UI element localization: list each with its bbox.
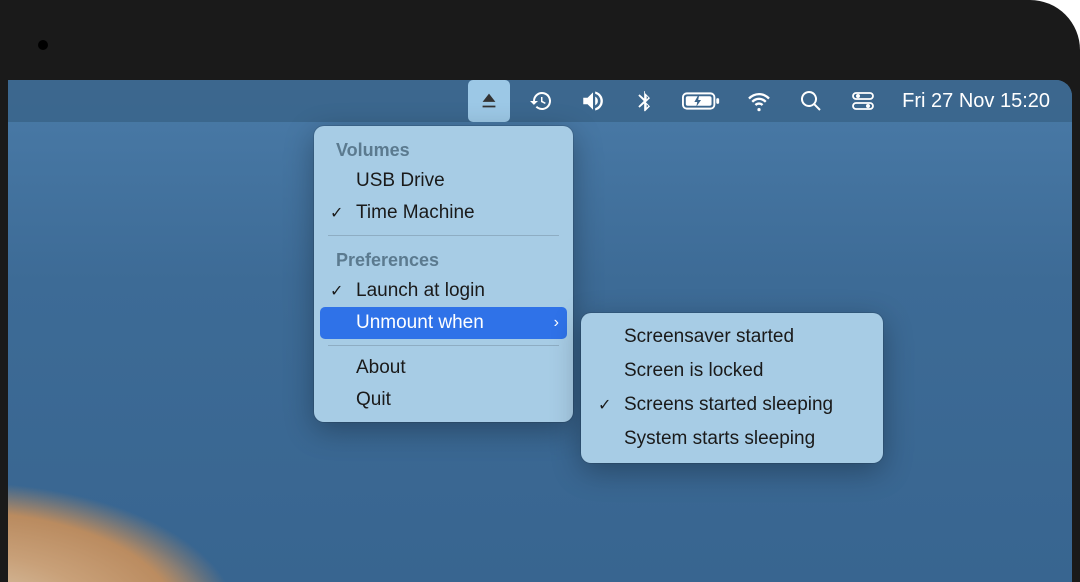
wifi-icon — [746, 88, 772, 114]
menu-item-unmount-when[interactable]: Unmount when › — [320, 307, 567, 339]
battery-menubar-item[interactable] — [676, 80, 728, 122]
checkmark-icon: ✓ — [330, 203, 343, 223]
menu-item-label: About — [356, 357, 406, 379]
eject-dropdown-menu: Volumes USB Drive ✓ Time Machine Prefere… — [314, 126, 573, 422]
menu-item-label: Screen is locked — [624, 360, 763, 382]
preferences-section-header: Preferences — [320, 242, 567, 275]
submenu-item-screens-started-sleeping[interactable]: ✓ Screens started sleeping — [588, 388, 876, 422]
spotlight-menubar-item[interactable] — [790, 80, 832, 122]
control-center-menubar-item[interactable] — [842, 80, 884, 122]
menu-divider — [328, 235, 559, 236]
menu-item-label: Quit — [356, 389, 391, 411]
wifi-menubar-item[interactable] — [738, 80, 780, 122]
checkmark-icon: ✓ — [598, 395, 611, 415]
submenu-item-system-starts-sleeping[interactable]: System starts sleeping — [588, 422, 876, 456]
menu-item-about[interactable]: About — [320, 352, 567, 384]
volumes-section-header: Volumes — [320, 132, 567, 165]
bluetooth-menubar-item[interactable] — [624, 80, 666, 122]
submenu-item-screensaver-started[interactable]: Screensaver started — [588, 320, 876, 354]
eject-menubar-item[interactable] — [468, 80, 510, 122]
timemachine-menubar-item[interactable] — [520, 80, 562, 122]
menu-item-label: Screensaver started — [624, 326, 794, 348]
menu-item-label: Launch at login — [356, 280, 485, 302]
menu-divider — [328, 345, 559, 346]
menubar-datetime[interactable]: Fri 27 Nov 15:20 — [894, 90, 1050, 113]
device-bezel: Fri 27 Nov 15:20 Volumes USB Drive ✓ Tim… — [0, 0, 1080, 582]
menu-item-time-machine[interactable]: ✓ Time Machine — [320, 197, 567, 229]
menu-item-usb-drive[interactable]: USB Drive — [320, 165, 567, 197]
menu-item-quit[interactable]: Quit — [320, 384, 567, 416]
control-center-icon — [851, 91, 875, 111]
battery-charging-icon — [682, 91, 722, 111]
search-icon — [799, 89, 823, 113]
desktop-screen: Fri 27 Nov 15:20 Volumes USB Drive ✓ Tim… — [8, 80, 1072, 582]
wallpaper-decoration — [8, 442, 308, 582]
camera-dot — [38, 40, 48, 50]
timemachine-icon — [529, 89, 553, 113]
volume-menubar-item[interactable] — [572, 80, 614, 122]
menu-item-label: Screens started sleeping — [624, 394, 833, 416]
checkmark-icon: ✓ — [330, 281, 343, 301]
menubar: Fri 27 Nov 15:20 — [8, 80, 1072, 122]
menu-item-label: Time Machine — [356, 202, 475, 224]
unmount-when-submenu: Screensaver started Screen is locked ✓ S… — [581, 313, 883, 463]
menu-item-label: Unmount when — [356, 312, 484, 334]
menu-item-label: USB Drive — [356, 170, 445, 192]
bluetooth-icon — [635, 89, 655, 113]
menu-item-label: System starts sleeping — [624, 428, 815, 450]
eject-icon — [478, 90, 500, 112]
volume-icon — [580, 88, 606, 114]
menu-item-launch-at-login[interactable]: ✓ Launch at login — [320, 275, 567, 307]
submenu-item-screen-is-locked[interactable]: Screen is locked — [588, 354, 876, 388]
chevron-right-icon: › — [554, 314, 559, 332]
